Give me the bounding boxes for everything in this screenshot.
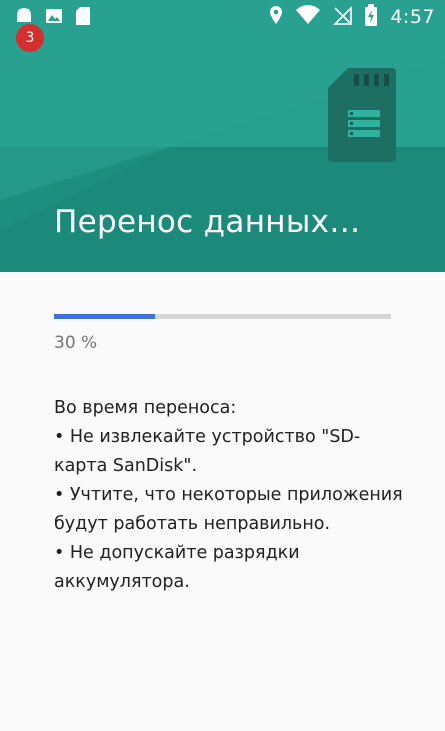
location-icon xyxy=(268,5,284,29)
progress-percent-label: 30 % xyxy=(54,333,98,353)
battery-charging-icon xyxy=(364,4,378,30)
no-sim-icon xyxy=(332,5,353,29)
progress-bar-fill xyxy=(54,314,156,319)
header-banner: 4:57 3 Перенос данных… xyxy=(0,0,445,272)
progress-bar xyxy=(54,314,391,319)
message-item-apps-may-fail: • Учтите, что некоторые приложения будут… xyxy=(54,485,403,534)
message-item-do-not-remove: • Не извлекайте устройство "SD-карта San… xyxy=(54,427,361,476)
sd-card-icon xyxy=(74,6,92,30)
message-intro: Во время переноса: xyxy=(54,398,237,418)
wifi-icon xyxy=(296,5,321,29)
notification-count-badge: 3 xyxy=(16,24,44,52)
sd-card-illustration-icon xyxy=(328,68,396,162)
page-title: Перенос данных… xyxy=(54,204,361,240)
status-time: 4:57 xyxy=(390,6,435,28)
transfer-warning-message: Во время переноса: • Не извлекайте устро… xyxy=(54,394,404,597)
image-icon xyxy=(44,6,64,30)
status-bar: 4:57 xyxy=(0,0,445,34)
message-item-battery: • Не допускайте разрядки аккумулятора. xyxy=(54,543,300,592)
